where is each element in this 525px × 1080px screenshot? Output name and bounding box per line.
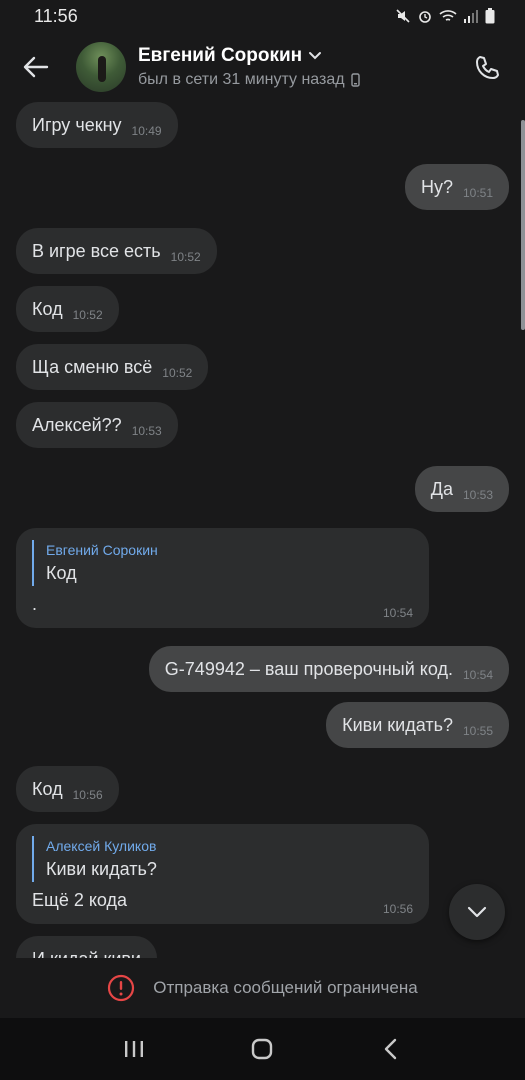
message-bubble[interactable]: Ну? 10:51 bbox=[404, 164, 509, 210]
message-bubble[interactable]: Игру чекну 10:49 bbox=[16, 102, 178, 148]
message-text: Игру чекну bbox=[32, 114, 122, 135]
message-bubble[interactable]: G-749942 – ваш проверочный код. 10:54 bbox=[148, 646, 509, 692]
message-text: Алексей?? bbox=[32, 414, 122, 435]
contact-info[interactable]: Евгений Сорокин был в сети 31 минуту наз… bbox=[138, 45, 360, 89]
message-time: 10:56 bbox=[382, 902, 413, 916]
message-text: G-749942 – ваш проверочный код. bbox=[164, 658, 453, 679]
message-bubble[interactable]: Да 10:53 bbox=[414, 466, 509, 512]
battery-icon bbox=[485, 8, 495, 24]
message-bubble[interactable]: Ща сменю всё 10:52 bbox=[16, 344, 209, 390]
quote-text: Код bbox=[46, 563, 77, 583]
quote-author: Алексей Куликов bbox=[46, 838, 157, 854]
message-time: 10:52 bbox=[72, 308, 103, 322]
message-text: Киви кидать? bbox=[342, 714, 453, 735]
message-time: 10:49 bbox=[131, 124, 162, 138]
system-back-button[interactable] bbox=[369, 1027, 413, 1071]
system-navigation-bar bbox=[0, 1018, 525, 1080]
mobile-icon bbox=[350, 73, 360, 87]
alert-circle-icon bbox=[108, 974, 135, 1002]
recent-apps-icon bbox=[125, 1041, 144, 1057]
message-time: 10:56 bbox=[72, 788, 103, 802]
avatar[interactable] bbox=[76, 42, 126, 92]
message-text: . bbox=[32, 594, 38, 614]
reply-message-bubble[interactable]: Алексей Куликов Киви кидать? Ещё 2 кода … bbox=[16, 824, 429, 924]
call-button[interactable] bbox=[465, 46, 509, 90]
back-button[interactable] bbox=[14, 45, 58, 89]
message-time: 10:51 bbox=[462, 186, 493, 200]
chevron-down-icon bbox=[309, 52, 322, 60]
message-text: В игре все есть bbox=[32, 240, 161, 261]
mute-icon bbox=[396, 9, 410, 23]
message-bubble[interactable]: Код 10:52 bbox=[16, 286, 119, 332]
scroll-down-button[interactable] bbox=[449, 884, 505, 940]
arrow-left-icon bbox=[23, 56, 49, 78]
alarm-icon bbox=[419, 11, 431, 23]
message-text: Код bbox=[32, 298, 63, 319]
contact-name: Евгений Сорокин bbox=[138, 45, 303, 66]
wifi-icon bbox=[439, 10, 457, 21]
scrollbar[interactable] bbox=[521, 120, 525, 330]
restricted-text: Отправка сообщений ограничена bbox=[153, 978, 418, 997]
chevron-down-icon bbox=[467, 906, 487, 918]
message-time: 10:54 bbox=[382, 606, 413, 620]
message-bubble[interactable]: Киви кидать? 10:55 bbox=[326, 702, 509, 748]
message-time: 10:55 bbox=[462, 724, 493, 738]
chat-header: Евгений Сорокин был в сети 31 минуту наз… bbox=[0, 32, 525, 102]
contact-status: был в сети 31 минуту назад bbox=[138, 71, 345, 88]
message-time: 10:52 bbox=[162, 366, 193, 380]
status-time: 11:56 bbox=[34, 5, 78, 26]
message-text: Ща сменю всё bbox=[32, 356, 153, 377]
messaging-restricted-notice: Отправка сообщений ограничена bbox=[0, 958, 525, 1018]
message-list[interactable]: Игру чекну 10:49 Ну? 10:51 В игре все ес… bbox=[0, 102, 525, 958]
message-bubble[interactable]: Код 10:56 bbox=[16, 766, 119, 812]
message-text: Код bbox=[32, 778, 63, 799]
back-chevron-icon bbox=[384, 1038, 397, 1060]
message-text: И кидай киви bbox=[32, 949, 141, 959]
message-bubble[interactable]: И кидай киви bbox=[16, 936, 157, 958]
status-icons bbox=[395, 8, 495, 24]
quote-text: Киви кидать? bbox=[46, 859, 157, 879]
message-text: Ещё 2 кода bbox=[32, 890, 128, 910]
message-time: 10:53 bbox=[462, 488, 493, 502]
message-bubble[interactable]: Алексей?? 10:53 bbox=[16, 402, 178, 448]
home-button[interactable] bbox=[240, 1027, 284, 1071]
reply-quote[interactable]: Евгений Сорокин Код bbox=[32, 540, 413, 586]
status-bar: 11:56 bbox=[0, 0, 525, 32]
reply-quote[interactable]: Алексей Куликов Киви кидать? bbox=[32, 836, 413, 882]
phone-icon bbox=[476, 56, 499, 79]
reply-message-bubble[interactable]: Евгений Сорокин Код . 10:54 bbox=[16, 528, 429, 628]
message-text: Да bbox=[430, 478, 453, 499]
message-bubble[interactable]: В игре все есть 10:52 bbox=[16, 228, 217, 274]
recent-apps-button[interactable] bbox=[112, 1027, 156, 1071]
message-time: 10:53 bbox=[131, 424, 162, 438]
message-time: 10:54 bbox=[462, 668, 493, 682]
message-text: Ну? bbox=[420, 176, 453, 197]
message-time: 10:52 bbox=[170, 250, 201, 264]
home-icon bbox=[252, 1038, 273, 1060]
signal-icon bbox=[464, 10, 478, 23]
quote-author: Евгений Сорокин bbox=[46, 542, 158, 558]
